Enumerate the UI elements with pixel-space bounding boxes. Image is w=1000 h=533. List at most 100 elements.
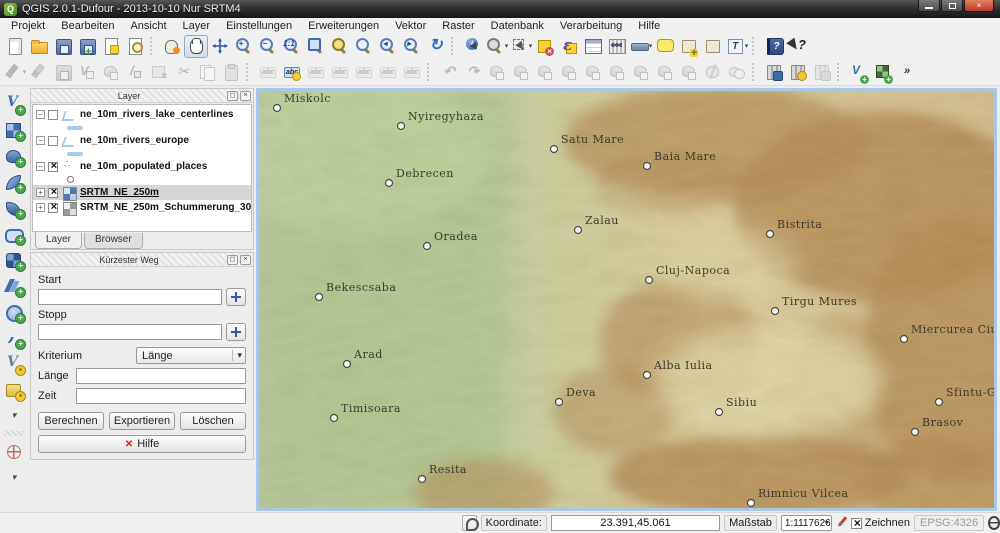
help-button[interactable]: ✕ Hilfe — [38, 435, 246, 453]
layer-row[interactable]: +SRTM_NE_250m_Schummerung_300... — [33, 200, 251, 215]
oracle-georaster-button[interactable] — [762, 61, 786, 84]
add-spatialite-layer-button[interactable] — [2, 169, 26, 194]
menu-projekt[interactable]: Projekt — [3, 19, 53, 33]
help-contents-button[interactable] — [762, 35, 786, 58]
close-panel-icon[interactable]: × — [240, 91, 251, 101]
redo-button[interactable]: ↷ — [461, 61, 485, 84]
add-mssql-layer-button[interactable] — [2, 195, 26, 220]
field-calculator-button[interactable] — [605, 35, 629, 58]
calculate-button[interactable]: Berechnen — [38, 412, 104, 430]
dock-tab-browser[interactable]: Browser — [84, 233, 143, 249]
scale-select[interactable]: 1:1117626 — [781, 515, 832, 531]
fill-ring-button[interactable] — [581, 61, 605, 84]
dxf2shp-converter-button[interactable] — [847, 61, 871, 84]
select-features-button[interactable] — [485, 35, 509, 58]
new-project-button[interactable] — [3, 35, 27, 58]
criterion-select[interactable]: Länge — [136, 347, 246, 364]
layer-visibility-checkbox[interactable] — [48, 136, 58, 146]
new-layer-group-button[interactable] — [2, 377, 26, 402]
toolbar-scroll-down-2-button[interactable]: ▾ — [2, 465, 26, 490]
show-bookmarks-button[interactable] — [701, 35, 725, 58]
menu-einstellungen[interactable]: Einstellungen — [218, 19, 300, 33]
delete-ring-button[interactable] — [605, 61, 629, 84]
split-features-button[interactable] — [701, 61, 725, 84]
show-hide-labels-button[interactable] — [328, 61, 352, 84]
menu-hilfe[interactable]: Hilfe — [630, 19, 668, 33]
pick-stop-point-button[interactable] — [226, 323, 246, 341]
zoom-full-extent-button[interactable] — [304, 35, 328, 58]
delete-selected-button[interactable] — [147, 61, 171, 84]
new-bookmark-button[interactable] — [677, 35, 701, 58]
menu-raster[interactable]: Raster — [434, 19, 482, 33]
reshape-features-button[interactable] — [653, 61, 677, 84]
select-by-rectangle-button[interactable] — [509, 35, 533, 58]
toggle-editing-button[interactable] — [27, 61, 51, 84]
rotate-feature-button[interactable] — [485, 61, 509, 84]
add-postgis-layer-button[interactable] — [2, 143, 26, 168]
save-layer-edits-button[interactable] — [51, 61, 75, 84]
copy-features-button[interactable] — [195, 61, 219, 84]
render-checkbox[interactable] — [851, 518, 862, 529]
close-button[interactable]: × — [964, 0, 994, 12]
open-attribute-table-button[interactable] — [581, 35, 605, 58]
menu-layer[interactable]: Layer — [175, 19, 219, 33]
layer-visibility-checkbox[interactable] — [48, 188, 58, 198]
layer-row[interactable]: −ne_10m_rivers_europe — [33, 133, 251, 148]
composer-manager-button[interactable] — [123, 35, 147, 58]
clear-button[interactable]: Löschen — [180, 412, 246, 430]
raster-terrain-analysis-button[interactable] — [871, 61, 895, 84]
add-feature-button[interactable] — [75, 61, 99, 84]
rotate-label-button[interactable] — [376, 61, 400, 84]
move-feature-button[interactable] — [99, 61, 123, 84]
menu-datenbank[interactable]: Datenbank — [483, 19, 552, 33]
move-label-button[interactable] — [352, 61, 376, 84]
db-manager-button[interactable] — [786, 61, 810, 84]
toolbar-scroll-down-button[interactable]: ▾ — [2, 403, 26, 428]
new-print-composer-button[interactable] — [99, 35, 123, 58]
deselect-features-button[interactable] — [533, 35, 557, 58]
time-input[interactable] — [76, 388, 246, 404]
menu-erweiterungen[interactable]: Erweiterungen — [300, 19, 387, 33]
measure-button[interactable] — [629, 35, 653, 58]
zoom-to-layer-button[interactable] — [328, 35, 352, 58]
length-input[interactable] — [76, 368, 246, 384]
save-project-button[interactable] — [51, 35, 75, 58]
stop-input[interactable] — [38, 324, 222, 340]
offset-curve-button[interactable] — [677, 61, 701, 84]
toolbar-overflow-button[interactable]: » — [895, 61, 919, 84]
add-part-button[interactable] — [557, 61, 581, 84]
dock-tab-layer[interactable]: Layer — [35, 232, 82, 249]
change-label-properties-button[interactable] — [400, 61, 424, 84]
new-shapefile-layer-button[interactable] — [2, 351, 26, 376]
refresh-map-button[interactable]: ↻ — [424, 35, 448, 58]
pan-map-button[interactable] — [184, 35, 208, 58]
delete-part-button[interactable] — [629, 61, 653, 84]
start-input[interactable] — [38, 289, 222, 305]
zoom-next-button[interactable]: ▸ — [400, 35, 424, 58]
add-wms-layer-button[interactable] — [2, 247, 26, 272]
layer-row[interactable]: +SRTM_NE_250m — [33, 185, 251, 200]
pin-unpin-labels-button[interactable] — [304, 61, 328, 84]
pan-to-selection-button[interactable] — [208, 35, 232, 58]
add-delimited-text-layer-button[interactable] — [2, 325, 26, 350]
zoom-to-selection-button[interactable] — [352, 35, 376, 58]
layer-visibility-checkbox[interactable] — [48, 203, 58, 213]
cut-features-button[interactable]: ✂ — [171, 61, 195, 84]
expander-icon[interactable]: + — [36, 203, 45, 212]
add-oracle-layer-button[interactable] — [2, 221, 26, 246]
undo-button[interactable]: ↶ — [437, 61, 461, 84]
current-edits-button[interactable] — [3, 61, 27, 84]
layer-visibility-checkbox[interactable] — [48, 162, 58, 172]
touch-zoom-pan-button[interactable] — [160, 35, 184, 58]
expander-icon[interactable]: − — [36, 162, 45, 171]
menu-bearbeiten[interactable]: Bearbeiten — [53, 19, 122, 33]
render-toggle[interactable]: Zeichnen — [851, 517, 910, 529]
layers-panel-titlebar[interactable]: Layer ◻ × — [31, 89, 253, 103]
crs-projection-icon[interactable] — [988, 516, 1000, 530]
layer-visibility-checkbox[interactable] — [48, 110, 58, 120]
highlight-pinned-labels-button[interactable] — [256, 61, 280, 84]
merge-features-button[interactable] — [725, 61, 749, 84]
extents-toggle-icon[interactable] — [462, 515, 477, 531]
add-vector-layer-button[interactable] — [2, 91, 26, 116]
open-project-button[interactable] — [27, 35, 51, 58]
